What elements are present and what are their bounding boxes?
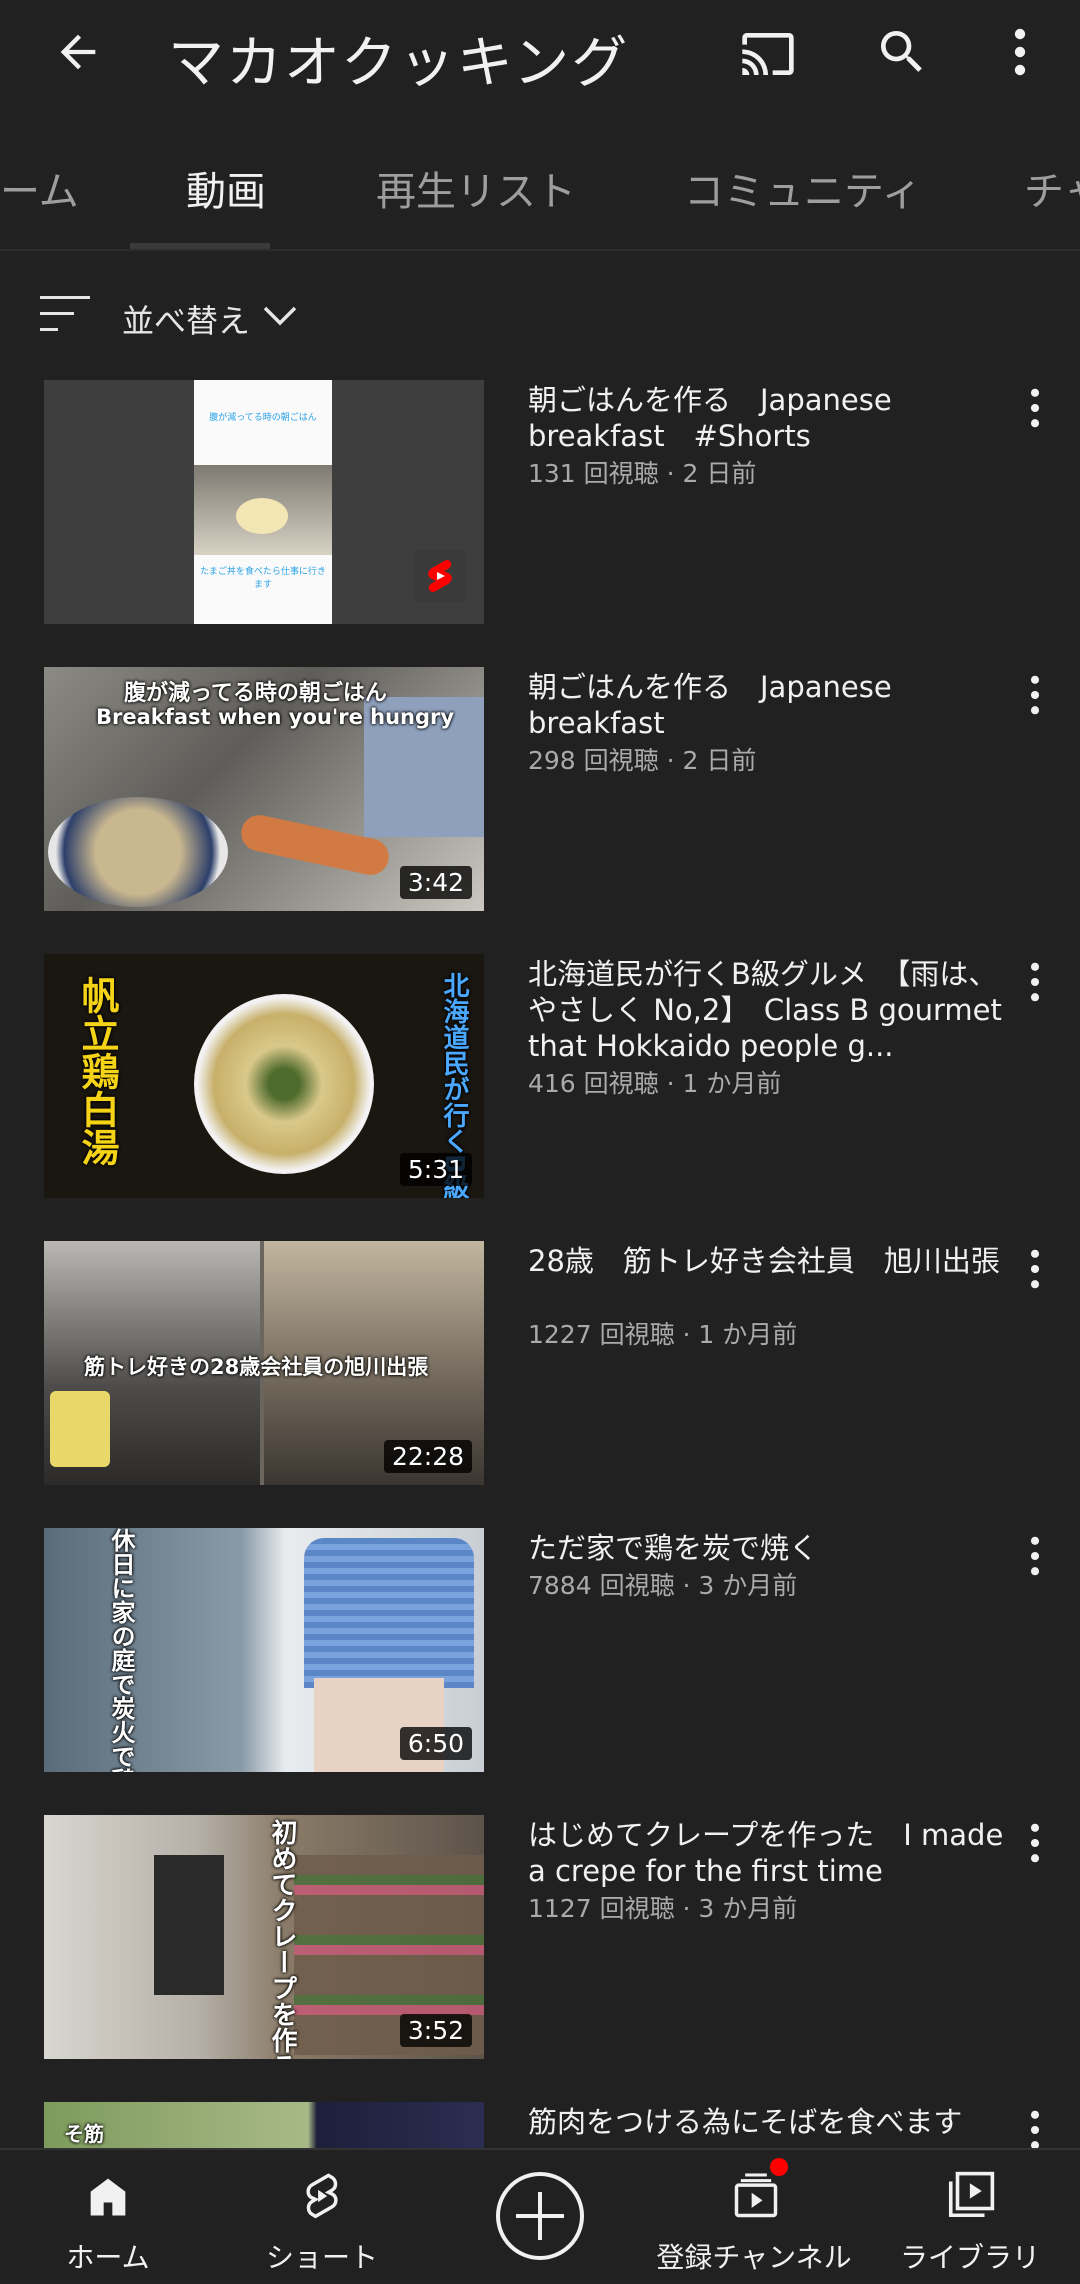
video-meta: 131 回視聴 · 2 日前 (528, 459, 757, 488)
video-meta: 416 回視聴 · 1 か月前 (528, 1069, 782, 1098)
video-duration: 5:31 (399, 1153, 472, 1186)
nav-label: ショート (265, 2241, 378, 2274)
video-item[interactable]: 帆立鶏白湯 北海道民が行くB級 5:31 北海道民が行くB級グルメ 【雨は、やさ… (0, 954, 1080, 1214)
tab-channels[interactable]: チャ (1024, 159, 1080, 217)
video-title: ただ家で鶏を炭で焼く (528, 1531, 819, 1565)
nav-shorts[interactable]: ショート (242, 2150, 402, 2284)
video-thumbnail[interactable]: 休日に家の庭で炭火で鶏を焼くだけ 6:50 (44, 1528, 484, 1772)
app-header: マカオクッキング (0, 0, 1080, 110)
video-meta: 7884 回視聴 · 3 か月前 (528, 1571, 798, 1600)
library-icon (948, 2171, 995, 2218)
video-item[interactable]: 腹が減ってる時の朝ごはん Breakfast when you're hungr… (0, 667, 1080, 927)
home-icon (90, 2178, 126, 2216)
video-title: 筋肉をつける為にそばを食べます (528, 2105, 963, 2139)
more-vertical-icon[interactable] (1020, 386, 1050, 430)
video-thumbnail[interactable]: 筋トレ好きの28歳会社員の旭川出張 22:28 (44, 1241, 484, 1485)
nav-library[interactable]: ライブラリ (890, 2150, 1050, 2284)
video-title: 28歳 筋トレ好き会社員 旭川出張 (528, 1244, 1000, 1278)
notification-dot (770, 2158, 788, 2176)
video-item[interactable]: そ筋 筋肉をつける為にそばを食べます (0, 2102, 1080, 2148)
thumbnail-person (154, 1855, 224, 1995)
nav-subscriptions[interactable]: 登録チャンネル (644, 2150, 864, 2284)
video-duration: 3:42 (399, 866, 472, 899)
thumbnail-bowl (48, 797, 228, 907)
shorts-badge-icon (414, 550, 466, 602)
nav-label: ライブラリ (899, 2241, 1040, 2274)
thumbnail-bowl (194, 994, 374, 1174)
channel-tabs: ーム 動画 再生リスト コミュニティ チャ (0, 125, 1080, 250)
search-icon[interactable] (874, 24, 930, 80)
arrow-left-icon[interactable] (52, 26, 104, 78)
thumbnail-caption-2: Breakfast when you're hungry (96, 705, 455, 729)
video-meta: 1227 回視聴 · 1 か月前 (528, 1320, 798, 1349)
more-vertical-icon[interactable] (1020, 1247, 1050, 1291)
video-thumbnail[interactable]: 腹が減ってる時の朝ごはん Breakfast when you're hungr… (44, 667, 484, 911)
video-thumbnail[interactable]: 帆立鶏白湯 北海道民が行くB級 5:31 (44, 954, 484, 1198)
video-duration: 3:52 (399, 2014, 472, 2047)
more-vertical-icon[interactable] (1020, 673, 1050, 717)
video-title: 朝ごはんを作る Japanese breakfast #Shorts (528, 383, 892, 453)
more-vertical-icon[interactable] (1020, 2108, 1050, 2148)
more-vertical-icon[interactable] (1020, 960, 1050, 1004)
video-item[interactable]: 筋トレ好きの28歳会社員の旭川出張 22:28 28歳 筋トレ好き会社員 旭川出… (0, 1241, 1080, 1501)
cast-icon[interactable] (740, 26, 796, 82)
nav-label: ホーム (66, 2241, 150, 2274)
thumbnail-caption: 腹が減ってる時の朝ごはん (124, 681, 387, 706)
tab-videos[interactable]: 動画 (186, 159, 266, 217)
thumbnail-image: 腹が減ってる時の朝ごはん たまご丼を食べたら仕事に行きます (194, 380, 332, 624)
thumbnail-caption: 休日に家の庭で炭火で鶏を焼くだけ (107, 1528, 135, 1772)
shorts-icon (306, 2173, 338, 2219)
thumbnail-caption: 帆立鶏白湯 (75, 976, 119, 1166)
thumbnail-caption: 筋トレ好きの28歳会社員の旭川出張 (84, 1355, 429, 1379)
more-vertical-icon[interactable] (1020, 1534, 1050, 1578)
video-item[interactable]: 初めてクレープを作る 3:52 はじめてクレープを作った I made a cr… (0, 1815, 1080, 2075)
thumbnail-caption-2: たまご丼を食べたら仕事に行きます (200, 567, 326, 590)
nav-home[interactable]: ホーム (28, 2150, 188, 2284)
video-title: 朝ごはんを作る Japanese breakfast (528, 670, 892, 740)
video-item[interactable]: 腹が減ってる時の朝ごはん たまご丼を食べたら仕事に行きます 朝ごはんを作る Ja… (0, 380, 1080, 640)
channel-title: マカオクッキング (168, 31, 630, 96)
thumbnail-bowl (236, 498, 288, 534)
chevron-down-icon (263, 306, 297, 326)
video-meta: 298 回視聴 · 2 日前 (528, 746, 757, 775)
video-meta: 1127 回視聴 · 3 か月前 (528, 1894, 798, 1923)
video-title: 北海道民が行くB級グルメ 【雨は、やさしく No,2】 Class B gour… (528, 957, 1002, 1063)
video-thumbnail[interactable]: 初めてクレープを作る 3:52 (44, 1815, 484, 2059)
nav-label: 登録チャンネル (656, 2241, 852, 2274)
video-duration: 6:50 (399, 1727, 472, 1760)
video-thumbnail[interactable]: 腹が減ってる時の朝ごはん たまご丼を食べたら仕事に行きます (44, 380, 484, 624)
tab-playlists[interactable]: 再生リスト (376, 159, 576, 217)
sort-icon (40, 296, 90, 331)
subscriptions-icon (734, 2173, 778, 2218)
thumbnail-caption: 腹が減ってる時の朝ごはん (209, 413, 317, 423)
thumbnail-cup (50, 1391, 110, 1467)
thumbnail-caption: 初めてクレープを作る (267, 1819, 297, 2059)
more-vertical-icon[interactable] (1020, 1821, 1050, 1865)
create-icon (496, 2172, 584, 2260)
video-thumbnail[interactable]: そ筋 (44, 2102, 484, 2148)
nav-create[interactable] (460, 2150, 620, 2284)
sort-label: 並べ替え (122, 302, 251, 340)
video-title: はじめてクレープを作った I made a crepe for the firs… (528, 1818, 1004, 1888)
sort-button[interactable]: 並べ替え (0, 280, 1080, 370)
thumbnail-shorts (304, 1538, 474, 1688)
tab-home[interactable]: ーム (0, 159, 79, 217)
tab-community[interactable]: コミュニティ (684, 159, 922, 217)
bottom-navigation: ホーム ショート 登録チャンネル ライブラリ (0, 2148, 1080, 2284)
thumbnail-caption: そ筋 (64, 2122, 104, 2146)
more-vertical-icon[interactable] (1000, 26, 1040, 78)
video-duration: 22:28 (383, 1440, 472, 1473)
divider (0, 249, 1080, 251)
video-item[interactable]: 休日に家の庭で炭火で鶏を焼くだけ 6:50 ただ家で鶏を炭で焼く 7884 回視… (0, 1528, 1080, 1788)
